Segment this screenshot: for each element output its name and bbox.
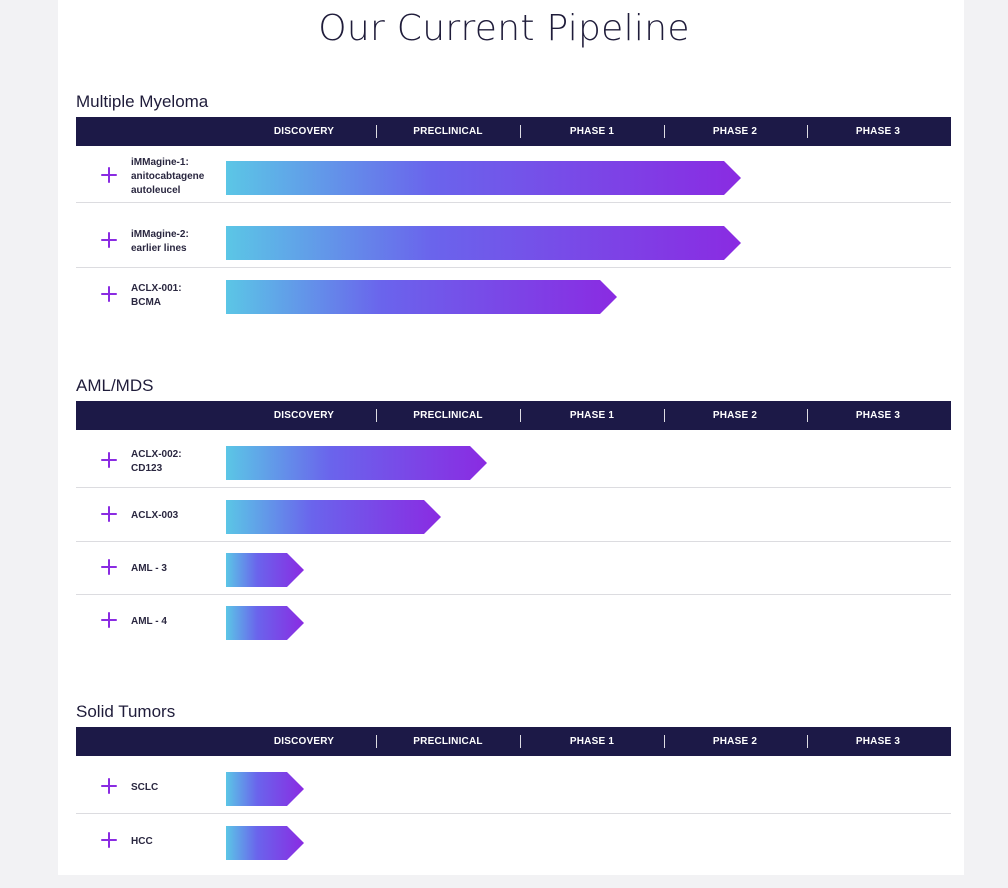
- phase-label: PHASE 3: [855, 736, 901, 747]
- pipeline-row[interactable]: iMMagine-1: anitocabtagene autoleucel: [76, 150, 951, 203]
- phase-header-bar: DISCOVERY PRECLINICAL PHASE 1 PHASE 2 PHASE …: [76, 401, 951, 430]
- phase-label: PHASE 3: [855, 126, 901, 137]
- program-name: AML - 3: [131, 562, 167, 574]
- phase-label: PHASE 1: [569, 410, 615, 421]
- phase-label: PRECLINICAL: [413, 126, 483, 137]
- page-title: Our Current Pipeline: [318, 8, 690, 49]
- section-title: Solid Tumors: [76, 702, 176, 721]
- plus-icon[interactable]: [100, 285, 118, 303]
- phase-header-bar: DISCOVERY PRECLINICAL PHASE 1 PHASE 2 PHASE …: [76, 117, 951, 146]
- phase-separator: [664, 735, 665, 748]
- phase-label: PRECLINICAL: [413, 736, 483, 747]
- phase-separator: [520, 409, 521, 422]
- program-name: ACLX-001: BCMA: [131, 282, 182, 308]
- pipeline-row[interactable]: iMMagine-2: earlier lines: [76, 215, 951, 268]
- row-divider: [76, 267, 951, 268]
- row-divider: [76, 813, 951, 814]
- phase-label: DISCOVERY: [273, 736, 335, 747]
- phase-separator: [520, 125, 521, 138]
- pipeline-row[interactable]: ACLX-002: CD123: [76, 435, 951, 488]
- phase-label: PHASE 3: [855, 410, 901, 421]
- progress-arrow: [226, 280, 617, 314]
- phase-separator: [376, 409, 377, 422]
- progress-arrow: [226, 161, 741, 195]
- pipeline-row[interactable]: HCC: [76, 815, 951, 868]
- plus-icon[interactable]: [100, 505, 118, 523]
- phase-label: PRECLINICAL: [413, 410, 483, 421]
- phase-label: DISCOVERY: [273, 126, 335, 137]
- phase-separator: [807, 735, 808, 748]
- progress-arrow: [226, 553, 304, 587]
- phase-header-bar: DISCOVERY PRECLINICAL PHASE 1 PHASE 2 PHASE …: [76, 727, 951, 756]
- section-title: AML/MDS: [76, 376, 154, 395]
- program-name: iMMagine-1: anitocabtagene autoleucel: [131, 156, 205, 196]
- program-name: SCLC: [131, 781, 159, 793]
- phase-label: PHASE 2: [712, 126, 758, 137]
- progress-arrow: [226, 826, 304, 860]
- plus-icon[interactable]: [100, 831, 118, 849]
- pipeline-row[interactable]: ACLX-003: [76, 489, 951, 542]
- pipeline-row[interactable]: ACLX-001: BCMA: [76, 269, 951, 322]
- pipeline-row[interactable]: SCLC: [76, 761, 951, 814]
- phase-label: PHASE 2: [712, 736, 758, 747]
- phase-separator: [664, 125, 665, 138]
- phase-separator: [807, 125, 808, 138]
- program-name: ACLX-003: [131, 509, 179, 521]
- progress-arrow: [226, 226, 741, 260]
- pipeline-row[interactable]: AML - 4: [76, 595, 951, 648]
- plus-icon[interactable]: [100, 611, 118, 629]
- progress-arrow: [226, 446, 487, 480]
- phase-separator: [664, 409, 665, 422]
- phase-label: PHASE 1: [569, 126, 615, 137]
- pipeline-page: Our Current Pipeline Multiple Myeloma DIS…: [0, 0, 1008, 888]
- phase-separator: [376, 125, 377, 138]
- program-name: ACLX-002: CD123: [131, 448, 182, 474]
- row-divider: [76, 487, 951, 488]
- progress-arrow: [226, 606, 304, 640]
- phase-label: DISCOVERY: [273, 410, 335, 421]
- program-name: iMMagine-2: earlier lines: [131, 228, 189, 254]
- row-divider: [76, 202, 951, 203]
- pipeline-row[interactable]: AML - 3: [76, 542, 951, 595]
- phase-label: PHASE 2: [712, 410, 758, 421]
- phase-label: PHASE 1: [569, 736, 615, 747]
- plus-icon[interactable]: [100, 451, 118, 469]
- phase-separator: [520, 735, 521, 748]
- plus-icon[interactable]: [100, 777, 118, 795]
- plus-icon[interactable]: [100, 558, 118, 576]
- phase-separator: [376, 735, 377, 748]
- section-title: Multiple Myeloma: [76, 92, 209, 111]
- plus-icon[interactable]: [100, 166, 118, 184]
- program-name: AML - 4: [131, 615, 167, 627]
- phase-separator: [807, 409, 808, 422]
- program-name: HCC: [131, 835, 153, 847]
- progress-arrow: [226, 500, 441, 534]
- plus-icon[interactable]: [100, 231, 118, 249]
- progress-arrow: [226, 772, 304, 806]
